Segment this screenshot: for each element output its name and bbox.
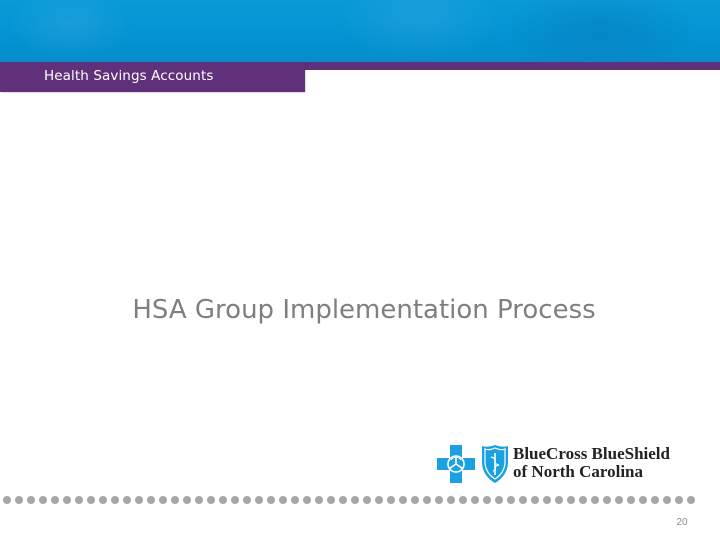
divider-dot (411, 496, 419, 504)
divider-dot (567, 496, 575, 504)
divider-dot (327, 496, 335, 504)
divider-dot (435, 496, 443, 504)
divider-dot (387, 496, 395, 504)
divider-dot (231, 496, 239, 504)
divider-dot (363, 496, 371, 504)
divider-dot (123, 496, 131, 504)
divider-dot (543, 496, 551, 504)
divider-dot (147, 496, 155, 504)
divider-dot (639, 496, 647, 504)
divider-dot (111, 496, 119, 504)
divider-dot (507, 496, 515, 504)
bcbs-nc-logo: BlueCross BlueShield of North Carolina (437, 444, 697, 484)
divider-dot (471, 496, 479, 504)
slide-title: HSA Group Implementation Process (132, 295, 596, 326)
divider-dot (459, 496, 467, 504)
divider-dot (3, 496, 11, 504)
divider-dot (303, 496, 311, 504)
divider-dot (63, 496, 71, 504)
footer-dot-divider (3, 496, 703, 506)
logo-wordmark: BlueCross BlueShield of North Carolina (513, 445, 670, 481)
divider-dot (399, 496, 407, 504)
logo-line-2: of North Carolina (513, 462, 644, 481)
divider-dot (255, 496, 263, 504)
blue-cross-icon (437, 445, 475, 483)
divider-dot (207, 496, 215, 504)
divider-dot (39, 496, 47, 504)
divider-dot (279, 496, 287, 504)
divider-dot (531, 496, 539, 504)
page-number: 20 (676, 517, 688, 528)
divider-dot (375, 496, 383, 504)
divider-dot (579, 496, 587, 504)
divider-dot (663, 496, 671, 504)
divider-dot (135, 496, 143, 504)
divider-dot (483, 496, 491, 504)
divider-dot (159, 496, 167, 504)
divider-dot (519, 496, 527, 504)
divider-dot (99, 496, 107, 504)
divider-dot (87, 496, 95, 504)
divider-dot (75, 496, 83, 504)
divider-dot (627, 496, 635, 504)
divider-dot (51, 496, 59, 504)
divider-dot (603, 496, 611, 504)
divider-dot (675, 496, 683, 504)
divider-dot (687, 496, 695, 504)
blue-shield-icon (482, 445, 508, 483)
divider-dot (243, 496, 251, 504)
divider-dot (615, 496, 623, 504)
divider-dot (447, 496, 455, 504)
divider-dot (315, 496, 323, 504)
divider-dot (27, 496, 35, 504)
divider-dot (495, 496, 503, 504)
divider-dot (183, 496, 191, 504)
divider-dot (219, 496, 227, 504)
divider-dot (291, 496, 299, 504)
divider-dot (195, 496, 203, 504)
divider-dot (591, 496, 599, 504)
divider-dot (423, 496, 431, 504)
divider-dot (651, 496, 659, 504)
divider-dot (171, 496, 179, 504)
divider-dot (339, 496, 347, 504)
divider-dot (351, 496, 359, 504)
logo-line-1: BlueCross BlueShield (513, 444, 670, 463)
divider-dot (15, 496, 23, 504)
divider-dot (555, 496, 563, 504)
section-label: Health Savings Accounts (44, 68, 214, 84)
header-banner (0, 0, 720, 62)
divider-dot (267, 496, 275, 504)
